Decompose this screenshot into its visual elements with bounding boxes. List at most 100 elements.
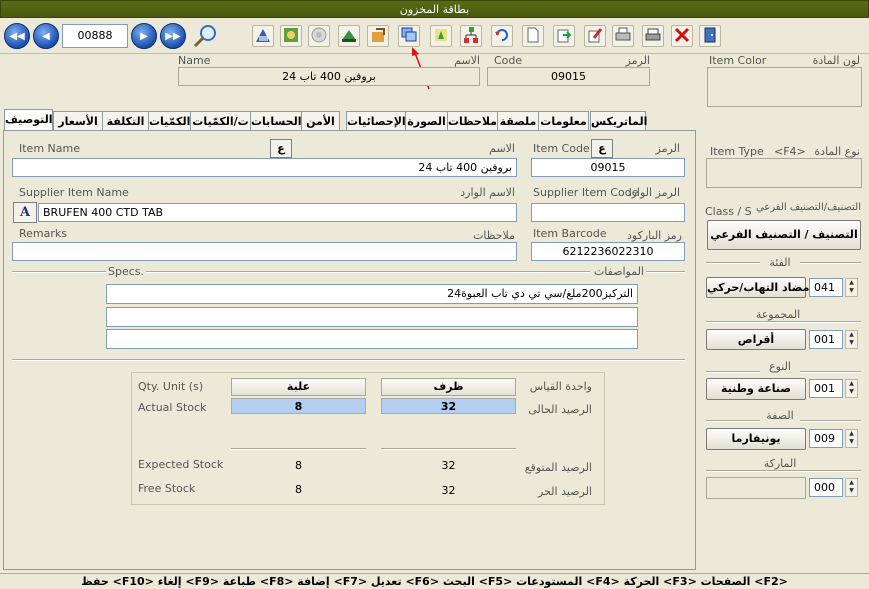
previous-record-button[interactable]: ◀ bbox=[33, 23, 59, 49]
copy-icon[interactable] bbox=[553, 25, 575, 47]
tab-quantities[interactable]: الكمّيات bbox=[148, 111, 191, 132]
free-stock-label-ar: الرصيد الحر bbox=[538, 485, 592, 498]
item-color-label-en: Item Color bbox=[709, 54, 767, 67]
specs-line-1[interactable]: التركيز200ملغ/سي تي دي تاب العبوة24 bbox=[106, 284, 638, 304]
tab-notes[interactable]: ملاحظات bbox=[447, 111, 498, 132]
group-rule bbox=[706, 321, 861, 323]
manufacturer-button[interactable]: يونيفارما bbox=[706, 428, 806, 450]
item-name-field[interactable]: بروفين 400 تاب 24 bbox=[12, 158, 517, 177]
item-name-label-en: Item Name bbox=[19, 142, 80, 155]
last-record-button[interactable]: ▶▶ bbox=[160, 23, 186, 49]
item-code-language-button[interactable]: ع bbox=[591, 139, 613, 158]
edit-icon[interactable] bbox=[584, 25, 606, 47]
remarks-label-en: Remarks bbox=[19, 227, 67, 240]
supplier-name-font-button[interactable]: A bbox=[13, 202, 37, 223]
category-button[interactable]: مضاد التهاب/حركي bbox=[706, 277, 809, 298]
item-code-label-en: Item Code bbox=[533, 142, 590, 155]
actual-stock-label-ar: الرصيد الحالى bbox=[528, 403, 592, 416]
item-type-label-en: Item Type bbox=[710, 145, 764, 158]
book-icon[interactable] bbox=[338, 25, 360, 47]
item-code-field[interactable]: 09015 bbox=[531, 158, 685, 177]
brand-title: الماركة bbox=[752, 457, 808, 470]
new-document-icon[interactable] bbox=[522, 25, 544, 47]
window-title: بطاقة المخزون bbox=[399, 3, 470, 16]
gear-icon[interactable] bbox=[280, 25, 302, 47]
brand-code-field[interactable]: 000 bbox=[809, 478, 843, 497]
class-label-en: Class / S bbox=[705, 205, 752, 218]
specs-label-ar: المواصفات bbox=[590, 265, 646, 278]
function-keys-statusbar: <F2> الصفحات <F3> الحركة <F4> المستودعات… bbox=[0, 573, 869, 589]
class-label-ar: التصنيف/التصنيف الفرعي bbox=[755, 202, 861, 213]
supplier-name-label-en: Supplier Item Name bbox=[19, 186, 129, 199]
remarks-field[interactable] bbox=[12, 242, 517, 261]
next-record-button[interactable]: ▶ bbox=[131, 23, 157, 49]
chart-icon[interactable] bbox=[252, 25, 274, 47]
export-icon[interactable] bbox=[367, 25, 389, 47]
item-code-label-ar: الرمز bbox=[655, 142, 680, 155]
delete-icon[interactable] bbox=[671, 25, 693, 47]
category-title: الفئة bbox=[760, 256, 800, 269]
undo-icon[interactable] bbox=[491, 25, 513, 47]
barcode-field[interactable]: 6212236022310 bbox=[531, 242, 685, 261]
category-spinner[interactable]: ▲ ▼ bbox=[845, 278, 858, 297]
tab-statistics[interactable]: الإحصائيات bbox=[346, 111, 406, 132]
windows-icon[interactable] bbox=[398, 25, 420, 47]
search-icon[interactable] bbox=[191, 22, 219, 50]
tab-label[interactable]: ملصقة bbox=[497, 111, 539, 132]
group-spinner[interactable]: ▲ ▼ bbox=[845, 330, 858, 349]
tab-accounts[interactable]: الحسابات bbox=[250, 111, 302, 132]
tab-matrix[interactable]: الماتريكس bbox=[590, 111, 647, 132]
item-type-box[interactable] bbox=[706, 158, 862, 188]
qty-unit-label-en: Qty. Unit (s) bbox=[138, 380, 204, 393]
tab-quantity-transactions[interactable]: ت/الكمّيات bbox=[190, 111, 251, 132]
tab-strip: التوصيف الأسعار التكلفة الكمّيات ت/الكمّ… bbox=[4, 109, 647, 133]
name-field[interactable]: بروفين 400 تاب 24 bbox=[178, 67, 480, 86]
class-button[interactable]: التصنيف / التصنيف الفرعي bbox=[707, 220, 861, 250]
tab-prices[interactable]: الأسعار bbox=[53, 111, 103, 132]
code-label-en: Code bbox=[494, 54, 523, 67]
code-field[interactable]: 09015 bbox=[487, 67, 650, 86]
move-icon[interactable] bbox=[430, 25, 452, 47]
actual-stock-label-en: Actual Stock bbox=[138, 401, 207, 414]
print-preview-icon[interactable] bbox=[642, 25, 664, 47]
free-stock-unit-1: 8 bbox=[295, 483, 302, 496]
item-type-label-ar: نوع المادة bbox=[814, 145, 860, 158]
qty-unit-label-ar: واحدة القياس bbox=[529, 380, 592, 393]
supplier-code-field[interactable] bbox=[531, 203, 685, 222]
category-code-field[interactable]: 041 bbox=[809, 278, 843, 297]
type-title: النوع bbox=[760, 360, 800, 373]
item-color-box[interactable] bbox=[707, 67, 862, 107]
record-number-field[interactable]: 00888 bbox=[62, 24, 128, 48]
unit-1-rule bbox=[231, 448, 366, 450]
specs-line-3[interactable] bbox=[106, 329, 638, 349]
specs-label-en: Specs. bbox=[106, 265, 147, 278]
supplier-name-field[interactable]: BRUFEN 400 CTD TAB bbox=[38, 203, 517, 222]
unit-2-header: ظرف bbox=[381, 378, 516, 396]
manufacturer-code-field[interactable]: 009 bbox=[809, 429, 843, 448]
type-spinner[interactable]: ▲ ▼ bbox=[845, 379, 858, 398]
tab-cost[interactable]: التكلفة bbox=[102, 111, 149, 132]
manufacturer-title: الصفة bbox=[760, 409, 800, 422]
manufacturer-spinner[interactable]: ▲ ▼ bbox=[845, 429, 858, 448]
first-record-button[interactable]: ◀◀ bbox=[4, 23, 30, 49]
type-code-field[interactable]: 001 bbox=[809, 379, 843, 398]
printer-icon[interactable] bbox=[612, 25, 634, 47]
brand-display[interactable] bbox=[706, 477, 806, 499]
exit-door-icon[interactable] bbox=[699, 25, 721, 47]
tab-information[interactable]: معلومات bbox=[538, 111, 589, 132]
specs-line-2[interactable] bbox=[106, 307, 638, 327]
free-stock-label-en: Free Stock bbox=[138, 482, 196, 495]
item-name-language-button[interactable]: ع bbox=[270, 139, 292, 158]
tab-image[interactable]: الصورة bbox=[405, 111, 448, 132]
disabled-icon[interactable] bbox=[308, 25, 330, 47]
actual-stock-unit-1: 8 bbox=[231, 398, 366, 414]
tree-icon[interactable] bbox=[460, 25, 482, 47]
group-button[interactable]: أقراص bbox=[706, 329, 806, 350]
tab-security[interactable]: الأمن bbox=[301, 111, 340, 132]
remarks-label-ar: ملاحظات bbox=[473, 229, 515, 242]
stock-divider bbox=[12, 359, 685, 361]
brand-spinner[interactable]: ▲ ▼ bbox=[845, 478, 858, 497]
type-button[interactable]: صناعة وطنية bbox=[706, 378, 806, 400]
name-label-en: Name bbox=[178, 54, 211, 67]
group-code-field[interactable]: 001 bbox=[809, 330, 843, 349]
